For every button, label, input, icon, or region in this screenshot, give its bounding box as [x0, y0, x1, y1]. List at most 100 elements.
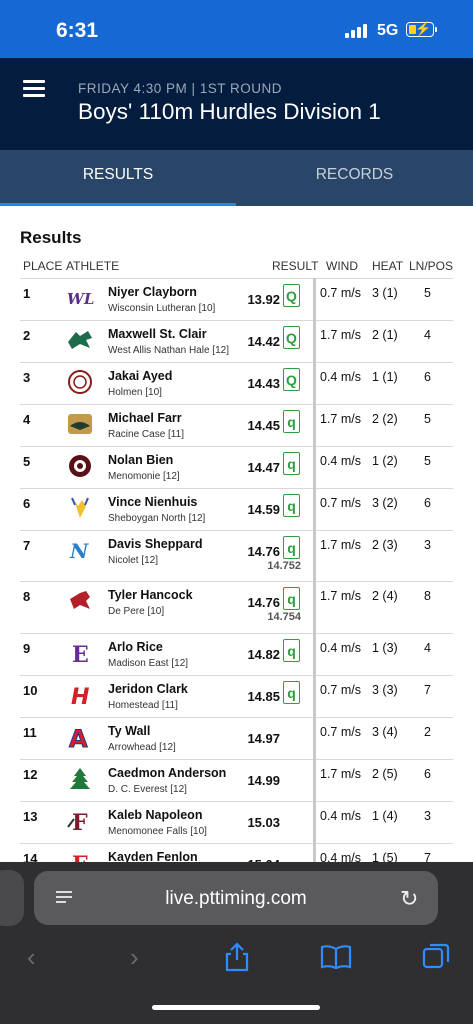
- address-bar[interactable]: live.pttiming.com ↻: [34, 871, 438, 925]
- athlete-name[interactable]: Davis Sheppard: [108, 537, 202, 551]
- athlete-school: Menomonee Falls [10]: [108, 826, 207, 837]
- table-row[interactable]: 12 Caedmon Anderson D. C. Everest [12] 1…: [20, 759, 453, 801]
- cellular-signal-icon: [345, 24, 371, 38]
- status-time: 6:31: [56, 19, 99, 42]
- wind: 1.7 m/s: [320, 412, 361, 426]
- athlete-name[interactable]: Vince Nienhuis: [108, 495, 197, 509]
- lane-position: 3: [424, 538, 431, 552]
- homestead-logo-icon: H: [71, 685, 89, 707]
- table-row[interactable]: 9 E Arlo Rice Madison East [12] 14.82 q …: [20, 633, 453, 675]
- athlete-name[interactable]: Caedmon Anderson: [108, 766, 226, 780]
- athlete-name[interactable]: Ty Wall: [108, 724, 150, 738]
- athlete-school: Homestead [11]: [108, 700, 178, 711]
- table-row[interactable]: 13 F Kaleb Napoleon Menomonee Falls [10]…: [20, 801, 453, 843]
- viking-logo-icon: [71, 497, 89, 518]
- place: 2: [23, 328, 31, 343]
- athlete-name[interactable]: Tyler Hancock: [108, 588, 193, 602]
- lane-position: 4: [424, 641, 431, 655]
- lane-position: 3: [424, 809, 431, 823]
- athlete-school: Holmen [10]: [108, 387, 162, 398]
- qualifier-badge: Q: [283, 284, 300, 307]
- athlete-name[interactable]: Arlo Rice: [108, 640, 163, 654]
- lane-position: 5: [424, 286, 431, 300]
- result-time: 14.76: [247, 544, 280, 559]
- holmen-seal-icon: [68, 370, 92, 394]
- table-row[interactable]: 5 Nolan Bien Menomonie [12] 14.47 q 0.4 …: [20, 446, 453, 488]
- athlete-name[interactable]: Jakai Ayed: [108, 369, 172, 383]
- table-row[interactable]: 10 H Jeridon Clark Homestead [11] 14.85 …: [20, 675, 453, 717]
- athlete-name[interactable]: Kaleb Napoleon: [108, 808, 202, 822]
- table-row[interactable]: 3 Jakai Ayed Holmen [10] 14.43 Q 0.4 m/s…: [20, 362, 453, 404]
- place: 10: [23, 683, 38, 698]
- url-text[interactable]: live.pttiming.com: [34, 888, 438, 910]
- place: 7: [23, 538, 31, 553]
- forward-icon[interactable]: ›: [130, 942, 139, 973]
- tabs-icon[interactable]: [422, 942, 450, 970]
- place: 11: [23, 725, 37, 740]
- athlete-school: West Allis Nathan Hale [12]: [108, 345, 229, 356]
- athlete-school: Racine Case [11]: [108, 429, 184, 440]
- table-row[interactable]: 2 Maxwell St. Clair West Allis Nathan Ha…: [20, 320, 453, 362]
- result-time: 14.42: [247, 334, 280, 349]
- athlete-name[interactable]: Michael Farr: [108, 411, 182, 425]
- svg-text:WL: WL: [67, 290, 94, 308]
- tab-results[interactable]: RESULTS: [0, 150, 236, 206]
- lane-position: 6: [424, 767, 431, 781]
- tiebreak-time: 14.754: [267, 611, 301, 623]
- table-row[interactable]: 7 N Davis Sheppard Nicolet [12] 14.76 q …: [20, 530, 453, 581]
- place: 12: [23, 767, 38, 782]
- wind: 1.7 m/s: [320, 538, 361, 552]
- tab-records[interactable]: RECORDS: [236, 150, 473, 206]
- result-time: 14.47: [247, 460, 280, 475]
- event-header: FRIDAY 4:30 PM | 1ST ROUND Boys' 110m Hu…: [0, 58, 473, 150]
- qualifier-badge: q: [283, 536, 300, 559]
- previous-tab-preview[interactable]: [0, 870, 24, 926]
- results-table: 1 WL Niyer Clayborn Wisconsin Lutheran […: [20, 278, 453, 885]
- table-row[interactable]: 4 Michael Farr Racine Case [11] 14.45 q …: [20, 404, 453, 446]
- result-time: 13.92: [247, 292, 280, 307]
- table-row[interactable]: 8 Tyler Hancock De Pere [10] 14.76 q 14.…: [20, 581, 453, 633]
- wind: 0.4 m/s: [320, 641, 361, 655]
- heat: 1 (2): [372, 454, 398, 468]
- menu-icon[interactable]: [23, 80, 45, 97]
- bookmarks-icon[interactable]: [320, 944, 352, 970]
- wind: 0.7 m/s: [320, 725, 361, 739]
- wind: 1.7 m/s: [320, 328, 361, 342]
- table-row[interactable]: 6 Vince Nienhuis Sheboygan North [12] 14…: [20, 488, 453, 530]
- qualifier-badge: q: [283, 587, 300, 610]
- athlete-school: Madison East [12]: [108, 658, 189, 669]
- result-time: 14.59: [247, 502, 280, 517]
- qualifier-badge: q: [283, 494, 300, 517]
- athlete-school: D. C. Everest [12]: [108, 784, 187, 795]
- athlete-school: Nicolet [12]: [108, 555, 159, 566]
- table-row[interactable]: 1 WL Niyer Clayborn Wisconsin Lutheran […: [20, 278, 453, 320]
- qualifier-badge: q: [283, 681, 300, 704]
- back-icon[interactable]: ‹: [27, 942, 36, 973]
- athlete-name[interactable]: Maxwell St. Clair: [108, 327, 207, 341]
- athlete-school: Wisconsin Lutheran [10]: [108, 303, 216, 314]
- athlete-name[interactable]: Jeridon Clark: [108, 682, 188, 696]
- nicolet-knight-logo-icon: N: [69, 539, 89, 562]
- result-time: 15.03: [247, 815, 280, 830]
- menomonee-falls-logo-icon: F: [67, 810, 88, 833]
- network-type: 5G: [377, 22, 399, 39]
- qualifier-badge: q: [283, 452, 300, 475]
- lane-position: 8: [424, 589, 431, 603]
- svg-text:N: N: [69, 539, 89, 562]
- browser-toolbar: live.pttiming.com ↻ ‹ ›: [0, 862, 473, 1024]
- athlete-school: Arrowhead [12]: [108, 742, 176, 753]
- tiebreak-time: 14.752: [267, 560, 301, 572]
- place: 9: [23, 641, 31, 656]
- place: 3: [23, 370, 31, 385]
- athlete-school: Menomonie [12]: [108, 471, 180, 482]
- share-icon[interactable]: [224, 942, 250, 972]
- table-row[interactable]: 11 A Ty Wall Arrowhead [12] 14.97 0.7 m/…: [20, 717, 453, 759]
- wind: 1.7 m/s: [320, 767, 361, 781]
- lane-position: 6: [424, 496, 431, 510]
- column-divider: [313, 278, 316, 863]
- athlete-name[interactable]: Niyer Clayborn: [108, 285, 197, 299]
- evergreen-tree-icon: [70, 768, 90, 789]
- athlete-name[interactable]: Nolan Bien: [108, 453, 173, 467]
- place: 6: [23, 496, 31, 511]
- reload-icon[interactable]: ↻: [400, 886, 418, 912]
